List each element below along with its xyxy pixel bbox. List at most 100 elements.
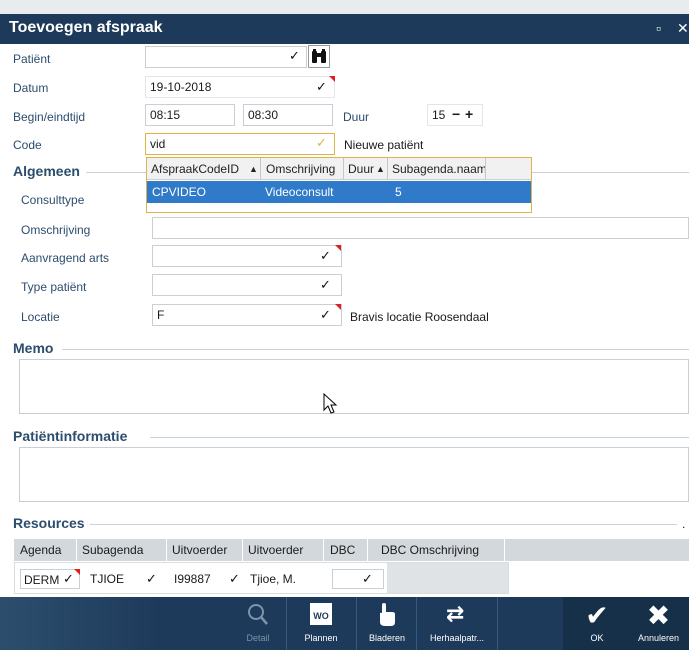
locatie-description: Bravis locatie Roosendaal — [350, 310, 489, 324]
toolbar-separator — [416, 597, 417, 650]
row-omschrijving: Videoconsult — [265, 185, 334, 199]
annuleren-button[interactable]: ✖ Annuleren — [628, 597, 689, 650]
duur-value: 15 — [432, 108, 446, 122]
code-description: Nieuwe patiënt — [344, 138, 424, 152]
section-divider — [150, 437, 689, 438]
column-header-agenda[interactable]: Agenda — [20, 543, 61, 557]
column-header-subagenda[interactable]: Subagenda.naam — [392, 162, 487, 176]
subagenda-value: TJIOE — [90, 572, 125, 586]
aanvragend-arts-select[interactable] — [152, 245, 342, 267]
close-icon: ✖ — [646, 600, 671, 631]
column-header-uitvoerder-name[interactable]: Uitvoerder — [248, 543, 303, 557]
chevron-down-icon[interactable]: ✓ — [362, 571, 373, 587]
column-separator — [387, 158, 388, 180]
dbc-select[interactable] — [332, 569, 384, 589]
column-header-omschrijving[interactable]: Omschrijving — [266, 162, 335, 176]
omschrijving-label: Omschrijving — [21, 223, 91, 237]
binoculars-icon — [312, 49, 326, 63]
datum-field[interactable]: 19-10-2018 — [145, 76, 335, 98]
binoculars-search-button[interactable] — [308, 45, 330, 68]
checkmark-icon: ✔ — [585, 600, 609, 631]
column-separator — [343, 158, 344, 180]
required-marker — [74, 569, 80, 575]
agenda-value: DERM — [24, 573, 60, 587]
section-more-indicator: . — [682, 517, 686, 531]
column-separator — [76, 539, 77, 561]
column-separator — [242, 539, 243, 561]
section-memo: Memo — [13, 340, 54, 356]
hand-pointer-icon — [380, 603, 395, 626]
section-resources: Resources — [13, 515, 85, 531]
dbc-omschrijving-cell — [387, 563, 508, 593]
column-separator — [485, 158, 486, 180]
chevron-down-icon[interactable]: ✓ — [316, 135, 327, 151]
section-patientinformatie: Patiëntinformatie — [13, 428, 128, 444]
column-header-afspraakcodeid[interactable]: AfspraakCodeID — [151, 162, 239, 176]
column-header-subagenda[interactable]: Subagenda — [82, 543, 143, 557]
consulttype-label: Consulttype — [21, 193, 85, 207]
plannen-button[interactable]: WO Plannen — [290, 597, 352, 650]
begintijd-field[interactable]: 08:15 — [145, 104, 235, 126]
dialog-title-bar: Toevoegen afspraak ▫ ✕ — [0, 14, 689, 44]
eindtijd-field[interactable]: 08:30 — [243, 104, 333, 126]
background-window-strip — [0, 0, 689, 14]
toolbar-separator — [356, 597, 357, 650]
omschrijving-field[interactable] — [152, 217, 689, 239]
plus-icon[interactable]: + — [465, 104, 473, 124]
section-algemeen: Algemeen — [13, 163, 80, 179]
column-separator — [260, 158, 261, 180]
calendar-icon: WO — [310, 603, 332, 625]
resources-row[interactable]: DERM ✓ TJIOE ✓ I99887 ✓ Tjioe, M. ✓ — [14, 562, 509, 594]
dropdown-row-selected[interactable]: CPVIDEO Videoconsult 5 — [147, 181, 531, 203]
column-header-duur[interactable]: Duur — [348, 162, 374, 176]
minus-icon[interactable]: − — [452, 104, 460, 124]
required-marker — [329, 76, 335, 82]
column-separator — [166, 539, 167, 561]
close-icon[interactable]: ✕ — [677, 20, 689, 37]
bottom-toolbar: Detail WO Plannen Bladeren ⇄ Herhaalpatr… — [0, 597, 689, 650]
chevron-down-icon[interactable]: ✓ — [146, 571, 157, 587]
locatie-select[interactable]: F — [152, 304, 342, 326]
duur-field[interactable]: 15 − + — [427, 104, 483, 126]
column-header-dbc-omschrijving[interactable]: DBC Omschrijving — [381, 543, 479, 557]
chevron-down-icon[interactable]: ✓ — [289, 48, 300, 64]
bladeren-button[interactable]: Bladeren — [360, 597, 414, 650]
chevron-down-icon[interactable]: ✓ — [63, 571, 74, 587]
memo-textarea[interactable] — [19, 359, 689, 414]
resources-table-header: Agenda Subagenda Uitvoerder Uitvoerder D… — [14, 539, 689, 561]
ok-label: OK — [590, 633, 604, 643]
code-input[interactable]: vid — [145, 133, 335, 155]
column-separator — [323, 539, 324, 561]
column-separator — [504, 539, 505, 561]
aanvragend-arts-label: Aanvragend arts — [21, 251, 110, 265]
type-patient-select[interactable] — [152, 274, 342, 296]
patientinformatie-textarea[interactable] — [19, 447, 689, 502]
uitvoerder-name: Tjioe, M. — [250, 572, 297, 586]
toolbar-left-panel — [0, 597, 160, 650]
bladeren-label: Bladeren — [368, 633, 406, 643]
sort-asc-icon: ▲ — [249, 164, 258, 174]
maximize-icon[interactable]: ▫ — [656, 20, 661, 36]
dropdown-header: AfspraakCodeID ▲ Omschrijving Duur ▲ Sub… — [147, 158, 531, 180]
ok-button[interactable]: ✔ OK — [570, 597, 624, 650]
dialog-title: Toevoegen afspraak — [9, 19, 163, 36]
datum-label: Datum — [13, 81, 49, 95]
duur-label: Duur — [343, 110, 370, 124]
uitvoerder-code-value: I99887 — [174, 572, 211, 586]
detail-button[interactable]: Detail — [232, 597, 284, 650]
chevron-down-icon[interactable]: ✓ — [320, 307, 331, 323]
chevron-down-icon[interactable]: ✓ — [320, 277, 331, 293]
code-autocomplete-dropdown[interactable]: AfspraakCodeID ▲ Omschrijving Duur ▲ Sub… — [146, 157, 532, 213]
patient-label: Patiënt — [13, 52, 51, 66]
column-header-uitvoerder-code[interactable]: Uitvoerder — [172, 543, 227, 557]
section-divider — [532, 172, 689, 173]
chevron-down-icon[interactable]: ✓ — [229, 571, 240, 587]
required-marker — [335, 245, 341, 251]
column-separator — [367, 539, 368, 561]
required-marker — [335, 304, 341, 310]
patient-select[interactable] — [145, 46, 307, 68]
herhaalpatroon-button[interactable]: ⇄ Herhaalpatr... — [420, 597, 494, 650]
column-header-dbc[interactable]: DBC — [330, 543, 355, 557]
chevron-down-icon[interactable]: ✓ — [316, 79, 327, 95]
chevron-down-icon[interactable]: ✓ — [320, 248, 331, 264]
